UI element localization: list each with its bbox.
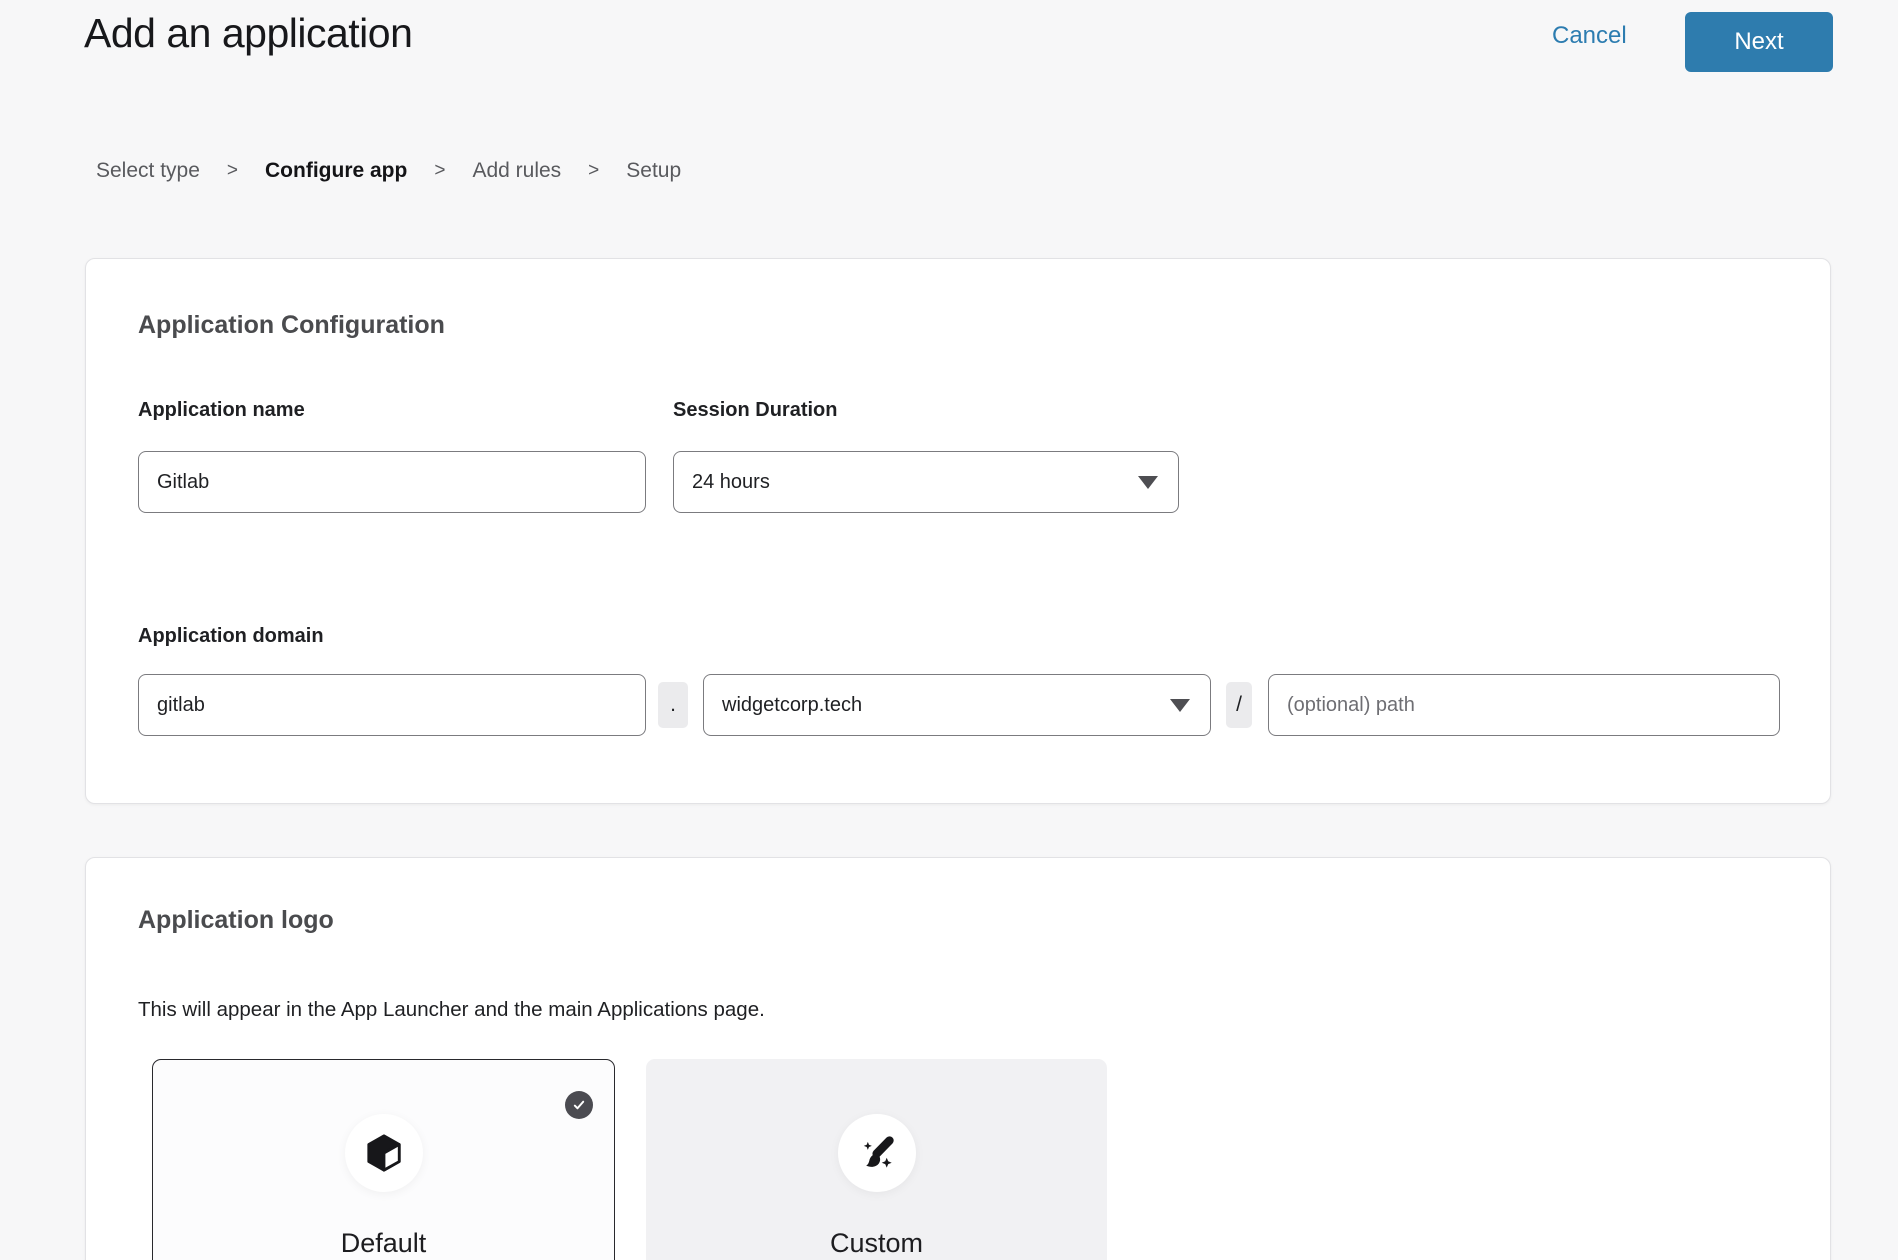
domain-select[interactable]: widgetcorp.tech (703, 674, 1211, 736)
application-logo-title: Application logo (138, 906, 334, 935)
subdomain-input[interactable] (138, 674, 646, 736)
logo-option-default[interactable]: Default (152, 1059, 615, 1260)
cube-icon (363, 1132, 405, 1174)
breadcrumb-step-add-rules[interactable]: Add rules (472, 159, 561, 183)
application-name-label: Application name (138, 399, 305, 422)
custom-logo-circle (838, 1114, 916, 1192)
breadcrumb-separator: > (588, 160, 599, 182)
application-logo-card: Application logo This will appear in the… (85, 857, 1831, 1260)
session-duration-label: Session Duration (673, 399, 837, 422)
application-logo-description: This will appear in the App Launcher and… (138, 998, 765, 1022)
path-input[interactable] (1268, 674, 1780, 736)
session-duration-select[interactable]: 24 hours (673, 451, 1179, 513)
breadcrumb-step-setup[interactable]: Setup (626, 159, 681, 183)
chevron-down-icon (1138, 476, 1158, 489)
application-domain-label: Application domain (138, 625, 324, 648)
selected-check-badge (565, 1091, 593, 1119)
slash-separator: / (1226, 682, 1252, 728)
default-logo-circle (345, 1114, 423, 1192)
next-button[interactable]: Next (1685, 12, 1833, 72)
breadcrumb-step-configure-app[interactable]: Configure app (265, 159, 407, 183)
check-icon (570, 1096, 588, 1114)
page-title: Add an application (84, 10, 412, 57)
session-duration-value: 24 hours (692, 471, 770, 494)
logo-option-label: Default (153, 1228, 614, 1259)
cancel-button[interactable]: Cancel (1552, 22, 1627, 50)
paintbrush-icon (855, 1131, 899, 1175)
breadcrumb-separator: > (434, 160, 445, 182)
breadcrumb: Select type > Configure app > Add rules … (96, 159, 681, 183)
chevron-down-icon (1170, 699, 1190, 712)
domain-select-value: widgetcorp.tech (722, 694, 862, 717)
breadcrumb-separator: > (227, 160, 238, 182)
application-name-input[interactable] (138, 451, 646, 513)
logo-option-custom[interactable]: Custom (646, 1059, 1107, 1260)
application-configuration-title: Application Configuration (138, 311, 445, 340)
logo-option-label: Custom (647, 1228, 1106, 1259)
add-application-page: Add an application Cancel Next Select ty… (0, 0, 1898, 1260)
application-configuration-card: Application Configuration Application na… (85, 258, 1831, 804)
dot-separator: . (658, 682, 688, 728)
breadcrumb-step-select-type[interactable]: Select type (96, 159, 200, 183)
